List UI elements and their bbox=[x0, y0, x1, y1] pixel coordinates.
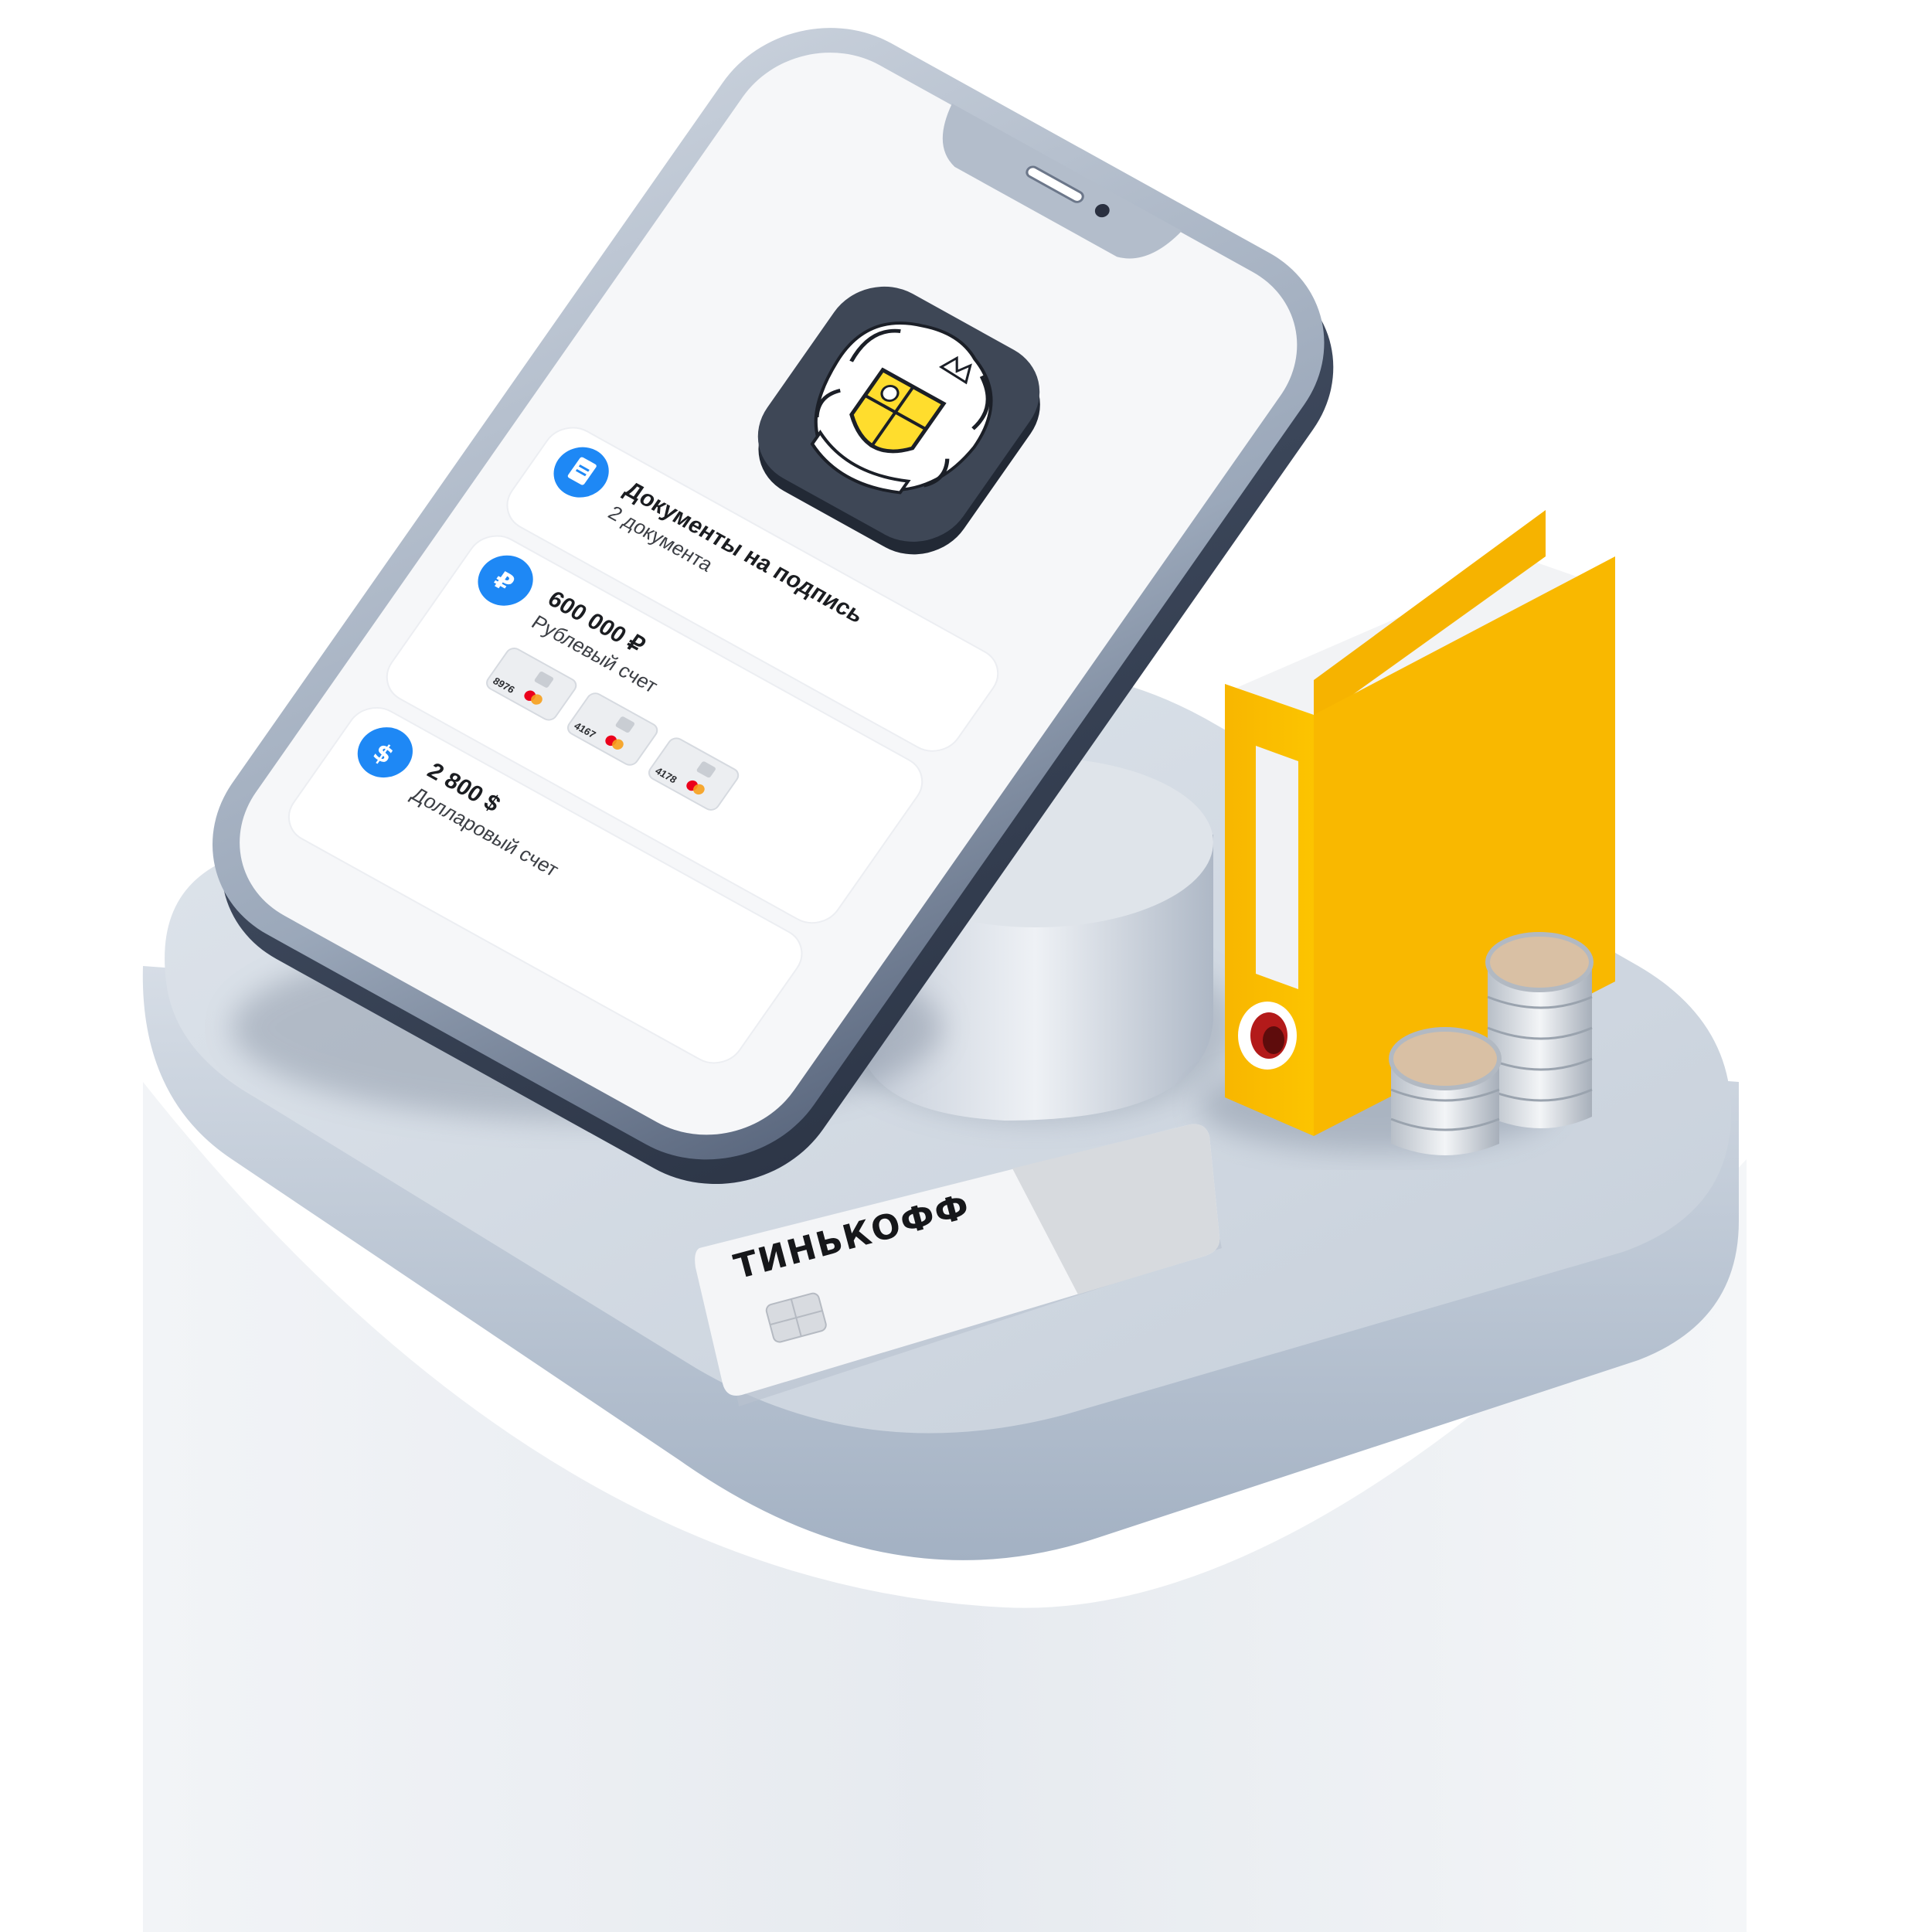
coin-stack-short bbox=[1389, 1027, 1502, 1155]
coin-stack-tall bbox=[1485, 932, 1594, 1128]
illustration-scene: Документы на подпись 2 документа ₽ 600 0… bbox=[0, 0, 1932, 1932]
scene-svg: Документы на подпись 2 документа ₽ 600 0… bbox=[142, 28, 1747, 1932]
